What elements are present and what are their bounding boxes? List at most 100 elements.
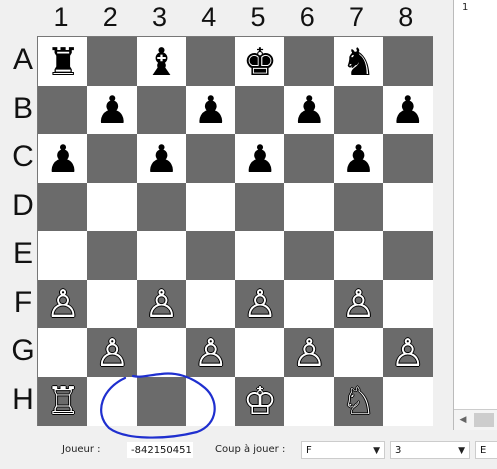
square-G1[interactable] bbox=[38, 328, 88, 377]
square-H3[interactable] bbox=[136, 376, 187, 426]
square-D5[interactable] bbox=[235, 182, 285, 232]
white-pawn-icon[interactable]: ♙ bbox=[334, 280, 384, 329]
square-B4[interactable]: ♟ bbox=[185, 85, 236, 135]
square-A4[interactable] bbox=[185, 37, 236, 86]
black-pawn-icon[interactable]: ♟ bbox=[383, 86, 433, 135]
square-C5[interactable]: ♟ bbox=[235, 134, 285, 183]
square-F3[interactable]: ♙ bbox=[136, 279, 187, 329]
black-pawn-icon[interactable]: ♟ bbox=[284, 86, 334, 135]
row-select[interactable]: F ▼ bbox=[301, 441, 385, 459]
square-E1[interactable] bbox=[38, 231, 88, 280]
square-F7[interactable]: ♙ bbox=[333, 279, 384, 329]
square-B5[interactable] bbox=[235, 85, 285, 135]
white-pawn-icon[interactable]: ♙ bbox=[235, 280, 285, 329]
square-G5[interactable] bbox=[235, 328, 285, 377]
white-knight-icon[interactable]: ♘ bbox=[334, 377, 384, 426]
black-king-icon[interactable]: ♚ bbox=[235, 37, 285, 86]
square-B1[interactable] bbox=[38, 85, 88, 135]
square-D7[interactable] bbox=[333, 182, 384, 232]
square-G8[interactable]: ♙ bbox=[382, 328, 433, 377]
square-E4[interactable] bbox=[185, 231, 236, 280]
square-F2[interactable] bbox=[87, 279, 138, 329]
square-F6[interactable] bbox=[284, 279, 335, 329]
white-pawn-icon[interactable]: ♙ bbox=[38, 280, 88, 329]
square-G2[interactable]: ♙ bbox=[87, 328, 138, 377]
white-pawn-icon[interactable]: ♙ bbox=[87, 328, 137, 377]
player-label: Joueur : bbox=[62, 444, 101, 455]
square-H6[interactable] bbox=[284, 376, 335, 426]
horizontal-scrollbar[interactable]: ◀ bbox=[454, 409, 497, 430]
square-D2[interactable] bbox=[87, 182, 138, 232]
square-B6[interactable]: ♟ bbox=[284, 85, 335, 135]
black-pawn-icon[interactable]: ♟ bbox=[38, 134, 88, 183]
extra-select[interactable]: E bbox=[475, 441, 497, 459]
square-H8[interactable] bbox=[382, 376, 433, 426]
square-D8[interactable] bbox=[382, 182, 433, 232]
square-E7[interactable] bbox=[333, 231, 384, 280]
square-C1[interactable]: ♟ bbox=[38, 134, 88, 183]
square-F5[interactable]: ♙ bbox=[235, 279, 285, 329]
square-A6[interactable] bbox=[284, 37, 335, 86]
square-E5[interactable] bbox=[235, 231, 285, 280]
white-pawn-icon[interactable]: ♙ bbox=[284, 328, 334, 377]
square-H4[interactable] bbox=[185, 376, 236, 426]
white-pawn-icon[interactable]: ♙ bbox=[137, 280, 187, 329]
square-C2[interactable] bbox=[87, 134, 138, 183]
square-H7[interactable]: ♘ bbox=[333, 376, 384, 426]
black-pawn-icon[interactable]: ♟ bbox=[186, 86, 236, 135]
row-label-C: C bbox=[12, 140, 34, 173]
column-select[interactable]: 3 ▼ bbox=[390, 441, 470, 459]
square-A8[interactable] bbox=[382, 37, 433, 86]
black-rook-icon[interactable]: ♜ bbox=[38, 37, 88, 86]
square-G3[interactable] bbox=[136, 328, 187, 377]
square-G7[interactable] bbox=[333, 328, 384, 377]
square-C4[interactable] bbox=[185, 134, 236, 183]
black-pawn-icon[interactable]: ♟ bbox=[235, 134, 285, 183]
scrollbar-thumb[interactable] bbox=[474, 413, 494, 427]
square-B3[interactable] bbox=[136, 85, 187, 135]
square-H2[interactable] bbox=[87, 376, 138, 426]
square-C8[interactable] bbox=[382, 134, 433, 183]
white-pawn-icon[interactable]: ♙ bbox=[186, 328, 236, 377]
square-A3[interactable]: ♝ bbox=[136, 37, 187, 86]
square-B7[interactable] bbox=[333, 85, 384, 135]
black-pawn-icon[interactable]: ♟ bbox=[334, 134, 384, 183]
square-D3[interactable] bbox=[136, 182, 187, 232]
square-F8[interactable] bbox=[382, 279, 433, 329]
move-history-panel[interactable]: 1 ◀ bbox=[453, 0, 497, 430]
square-D1[interactable] bbox=[38, 182, 88, 232]
square-C7[interactable]: ♟ bbox=[333, 134, 384, 183]
square-B8[interactable]: ♟ bbox=[382, 85, 433, 135]
square-G4[interactable]: ♙ bbox=[185, 328, 236, 377]
chessboard[interactable]: ♜ ♝ ♚ ♞ ♟ ♟ ♟ ♟ ♟ ♟ ♟ ♟ ♙ ♙ ♙ ♙ ♙ ♙ ♙ ♙ ♖ ♔ ♘ bbox=[37, 36, 433, 426]
square-E6[interactable] bbox=[284, 231, 335, 280]
square-A1[interactable]: ♜ bbox=[38, 37, 88, 86]
square-C3[interactable]: ♟ bbox=[136, 134, 187, 183]
square-H5[interactable]: ♔ bbox=[235, 376, 285, 426]
white-king-icon[interactable]: ♔ bbox=[235, 377, 285, 426]
row-select-value: F bbox=[306, 445, 312, 456]
black-pawn-icon[interactable]: ♟ bbox=[87, 86, 137, 135]
square-D6[interactable] bbox=[284, 182, 335, 232]
square-D4[interactable] bbox=[185, 182, 236, 232]
square-A2[interactable] bbox=[87, 37, 138, 86]
chevron-down-icon: ▼ bbox=[458, 446, 465, 456]
square-B2[interactable]: ♟ bbox=[87, 85, 138, 135]
row-label-G: G bbox=[11, 334, 35, 367]
square-H1[interactable]: ♖ bbox=[38, 376, 88, 426]
black-pawn-icon[interactable]: ♟ bbox=[137, 134, 187, 183]
square-C6[interactable] bbox=[284, 134, 335, 183]
square-E2[interactable] bbox=[87, 231, 138, 280]
square-G6[interactable]: ♙ bbox=[284, 328, 335, 377]
white-rook-icon[interactable]: ♖ bbox=[38, 377, 88, 426]
white-pawn-icon[interactable]: ♙ bbox=[383, 328, 433, 377]
square-F4[interactable] bbox=[185, 279, 236, 329]
square-E3[interactable] bbox=[136, 231, 187, 280]
square-A7[interactable]: ♞ bbox=[333, 37, 384, 86]
black-knight-icon[interactable]: ♞ bbox=[334, 37, 384, 86]
black-bishop-icon[interactable]: ♝ bbox=[137, 37, 187, 86]
square-A5[interactable]: ♚ bbox=[235, 37, 285, 86]
square-F1[interactable]: ♙ bbox=[38, 279, 88, 329]
square-E8[interactable] bbox=[382, 231, 433, 280]
scroll-left-arrow-icon[interactable]: ◀ bbox=[456, 412, 470, 428]
